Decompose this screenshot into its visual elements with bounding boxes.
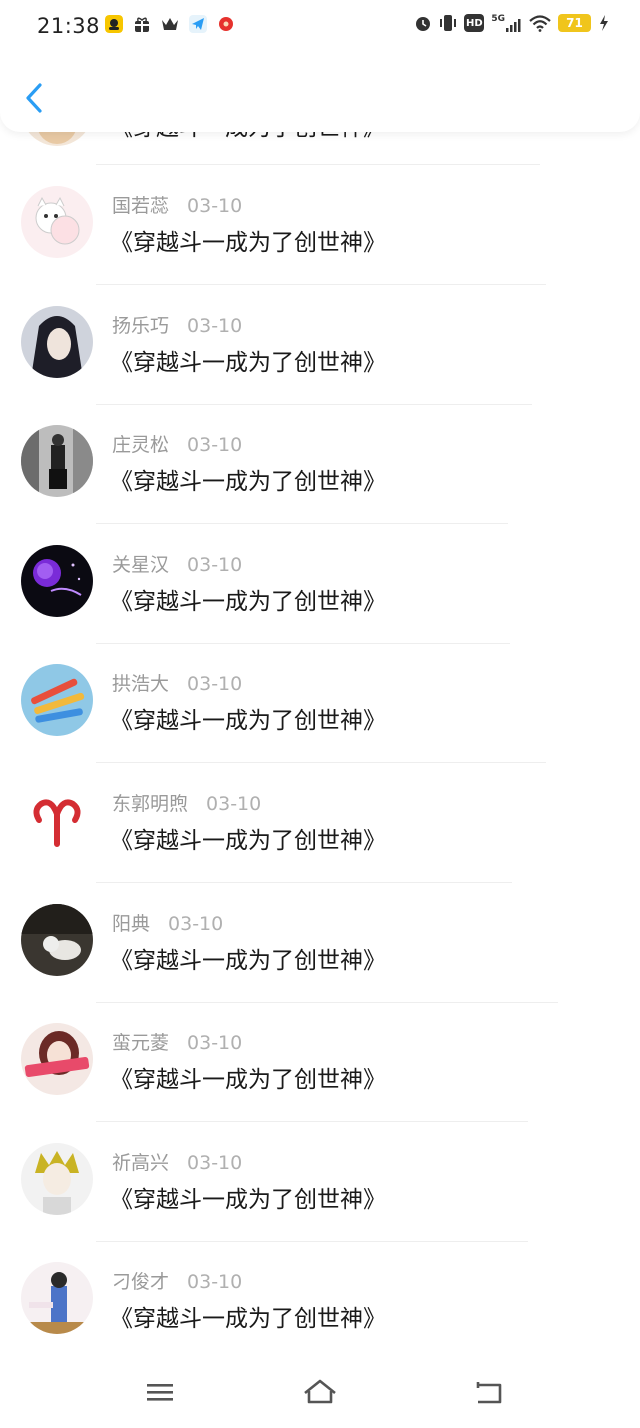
avatar[interactable] [21, 425, 93, 498]
hd-icon: HD [464, 14, 485, 32]
status-bar: 21:38 HD 5G 71 [0, 0, 640, 52]
sender-line: 祈高兴 03-10 [112, 1148, 242, 1175]
message-text: 《穿越斗一成为了创世神》 [110, 947, 386, 974]
message-date: 03-10 [187, 553, 243, 576]
status-time: 21:38 [37, 14, 101, 38]
sender-line: 关星汉 03-10 [112, 550, 242, 577]
sender-line: 东郭明煦 03-10 [112, 789, 261, 816]
gift-icon [135, 17, 149, 32]
sender-name: 扬乐巧 [112, 314, 170, 337]
chevron-left-icon [26, 83, 42, 113]
crown-icon [162, 18, 178, 30]
list-item[interactable]: 刁俊才 03-10 《穿越斗一成为了创世神》 [0, 1242, 640, 1360]
system-icons: HD 5G 71 [414, 14, 610, 32]
avatar-image [21, 1262, 93, 1335]
divider [96, 164, 540, 165]
sender-line: 庄灵松 03-10 [112, 430, 242, 457]
message-text: 《穿越斗一成为了创世神》 [110, 1067, 386, 1094]
list-item[interactable]: 祈高兴 03-10 《穿越斗一成为了创世神》 [0, 1123, 640, 1242]
back-icon [476, 1382, 502, 1404]
home-icon [304, 1379, 336, 1404]
sender-name: 关星汉 [112, 553, 170, 576]
message-text: 《穿越斗一成为了创世神》 [110, 1186, 386, 1213]
sender-name: 东郭明煦 [112, 793, 189, 815]
battery-icon: 71 [558, 14, 591, 32]
avatar[interactable] [21, 1142, 93, 1215]
avatar[interactable] [21, 784, 93, 856]
avatar[interactable] [21, 544, 93, 617]
telegram-icon [189, 15, 207, 33]
home-button[interactable] [300, 1372, 340, 1412]
battery-level: 71 [566, 16, 583, 30]
list-item[interactable]: 关星汉 03-10 《穿越斗一成为了创世神》 [0, 525, 640, 644]
message-list[interactable]: 《穿越斗一成为了创世神》 国若蕊03-10《穿越斗一成为了创世神》扬乐巧03-1… [0, 0, 640, 1360]
avatar-image [21, 544, 93, 617]
message-text: 《穿越斗一成为了创世神》 [110, 588, 386, 615]
list-item[interactable]: 东郭明煦 03-10 《穿越斗一成为了创世神》 [0, 764, 640, 883]
avatar[interactable] [21, 305, 93, 378]
sender-line: 拱浩大 03-10 [112, 669, 242, 696]
message-date: 03-10 [187, 314, 243, 337]
navigation-bar [0, 1360, 640, 1428]
menu-icon [147, 1384, 173, 1401]
list-item[interactable]: 拱浩大 03-10 《穿越斗一成为了创世神》 [0, 644, 640, 764]
avatar-image [21, 1142, 93, 1215]
avatar-image [21, 305, 93, 378]
list-item[interactable]: 国若蕊 03-10 《穿越斗一成为了创世神》 [0, 166, 640, 285]
avatar-image [21, 664, 93, 737]
sender-line: 阳典 03-10 [112, 909, 223, 936]
message-text: 《穿越斗一成为了创世神》 [110, 469, 386, 496]
avatar[interactable] [21, 664, 93, 737]
sender-name: 祈高兴 [112, 1151, 170, 1174]
message-date: 03-10 [168, 912, 224, 935]
sender-name: 阳典 [112, 912, 151, 935]
sender-name: 刁俊才 [112, 1271, 170, 1294]
avatar-image [21, 425, 93, 498]
message-date: 03-10 [187, 195, 243, 217]
message-text: 《穿越斗一成为了创世神》 [110, 708, 386, 735]
list-item[interactable]: 庄灵松 03-10 《穿越斗一成为了创世神》 [0, 405, 640, 525]
avatar[interactable] [21, 903, 93, 976]
sender-name: 庄灵松 [112, 434, 170, 457]
message-date: 03-10 [187, 1271, 243, 1294]
qq-icon [105, 15, 123, 33]
sender-line: 刁俊才 03-10 [112, 1267, 242, 1294]
vibrate-icon [440, 15, 457, 31]
message-text: 《穿越斗一成为了创世神》 [110, 828, 386, 854]
avatar-image [21, 186, 93, 258]
list-item[interactable]: 阳典 03-10 《穿越斗一成为了创世神》 [0, 884, 640, 1003]
list-item[interactable]: 蛮元菱 03-10 《穿越斗一成为了创世神》 [0, 1003, 640, 1123]
back-nav-button[interactable] [468, 1372, 508, 1412]
message-date: 03-10 [187, 673, 243, 696]
message-date: 03-10 [187, 1151, 243, 1174]
menu-button[interactable] [140, 1372, 180, 1412]
avatar[interactable] [21, 186, 93, 258]
alarm-icon [416, 17, 431, 31]
back-button[interactable] [18, 78, 52, 118]
message-date: 03-10 [187, 434, 243, 457]
avatar-image [21, 1023, 93, 1096]
sender-line: 扬乐巧 03-10 [112, 311, 242, 338]
avatar[interactable] [21, 1262, 93, 1335]
sender-name: 蛮元菱 [112, 1032, 170, 1055]
wifi-icon [529, 15, 551, 32]
message-text: 《穿越斗一成为了创世神》 [110, 349, 386, 376]
weibo-icon [219, 17, 233, 31]
avatar[interactable] [21, 1023, 93, 1096]
message-text: 《穿越斗一成为了创世神》 [110, 1306, 386, 1333]
message-date: 03-10 [187, 1032, 243, 1055]
sender-name: 拱浩大 [112, 673, 170, 696]
sender-line: 国若蕊 03-10 [112, 191, 242, 218]
avatar-image [21, 784, 93, 856]
sender-name: 国若蕊 [112, 195, 170, 217]
network-label: 5G [491, 14, 505, 24]
sender-line: 蛮元菱 03-10 [112, 1028, 242, 1055]
notification-icons [105, 15, 235, 33]
message-date: 03-10 [206, 793, 262, 815]
avatar-image [21, 903, 93, 976]
list-item[interactable]: 扬乐巧 03-10 《穿越斗一成为了创世神》 [0, 286, 640, 405]
charging-icon [600, 15, 608, 31]
signal-5g-icon: 5G [491, 14, 522, 32]
message-text: 《穿越斗一成为了创世神》 [110, 230, 386, 256]
